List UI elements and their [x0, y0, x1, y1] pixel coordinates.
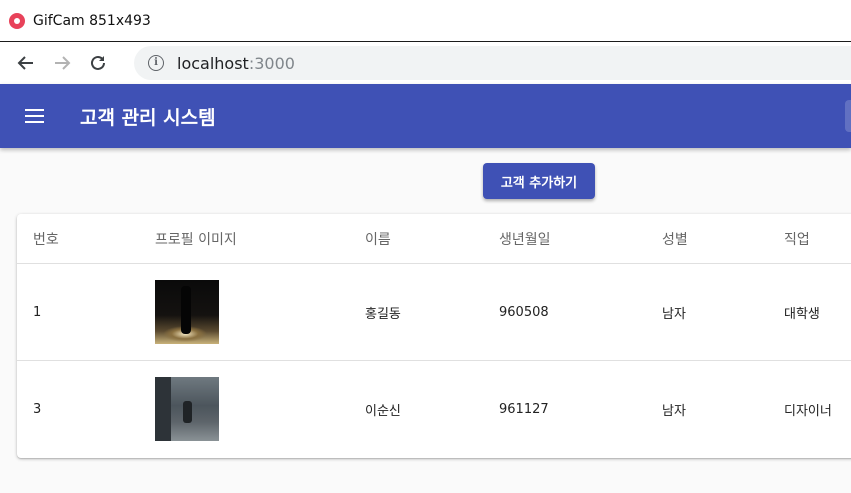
table-header-row: 번호 프로필 이미지 이름 생년월일 성별 직업	[17, 214, 851, 264]
reload-icon[interactable]	[80, 45, 116, 81]
header-gender: 성별	[662, 214, 784, 264]
url-text: localhost:3000	[177, 53, 295, 73]
table-row: 3 이순신 961127 남자 디자이너	[17, 361, 851, 458]
window-title: GifCam 851x493	[33, 12, 151, 29]
back-arrow-icon[interactable]	[8, 45, 44, 81]
gifcam-icon	[9, 12, 25, 29]
table-row: 1 홍길동 960508 남자 대학생	[17, 263, 851, 361]
info-icon[interactable]: i	[148, 55, 164, 71]
header-name: 이름	[365, 214, 499, 264]
profile-image	[155, 280, 219, 344]
header-birthday: 생년월일	[499, 214, 662, 264]
browser-toolbar: i localhost:3000	[0, 42, 851, 84]
address-bar[interactable]: i localhost:3000	[134, 46, 851, 80]
cell-profile-image	[155, 263, 365, 361]
header-number: 번호	[17, 214, 155, 264]
cell-job: 대학생	[784, 263, 851, 361]
header-job: 직업	[784, 214, 851, 264]
forward-arrow-icon[interactable]	[44, 45, 80, 81]
customer-table-card: 번호 프로필 이미지 이름 생년월일 성별 직업 1 홍길동 960508 남자…	[17, 214, 851, 458]
menu-icon[interactable]	[25, 109, 44, 123]
header-profile-image: 프로필 이미지	[155, 214, 365, 264]
window-titlebar: GifCam 851x493	[0, 0, 851, 42]
cell-gender: 남자	[662, 403, 686, 419]
search-field[interactable]	[845, 100, 851, 132]
app-title: 고객 관리 시스템	[80, 106, 216, 129]
add-customer-button[interactable]: 고객 추가하기	[483, 163, 595, 199]
cell-name: 이순신	[365, 403, 401, 419]
cell-profile-image	[155, 361, 365, 458]
customer-table: 번호 프로필 이미지 이름 생년월일 성별 직업 1 홍길동 960508 남자…	[17, 214, 851, 457]
app-bar: 고객 관리 시스템	[0, 84, 851, 148]
cell-number: 3	[33, 401, 42, 417]
cell-gender: 남자	[662, 263, 784, 361]
cell-birthday: 960508	[499, 263, 662, 361]
cell-job: 디자이너	[784, 403, 832, 419]
profile-image	[155, 377, 219, 441]
cell-birthday: 961127	[499, 401, 549, 417]
cell-number: 1	[17, 263, 155, 361]
cell-name: 홍길동	[365, 263, 499, 361]
